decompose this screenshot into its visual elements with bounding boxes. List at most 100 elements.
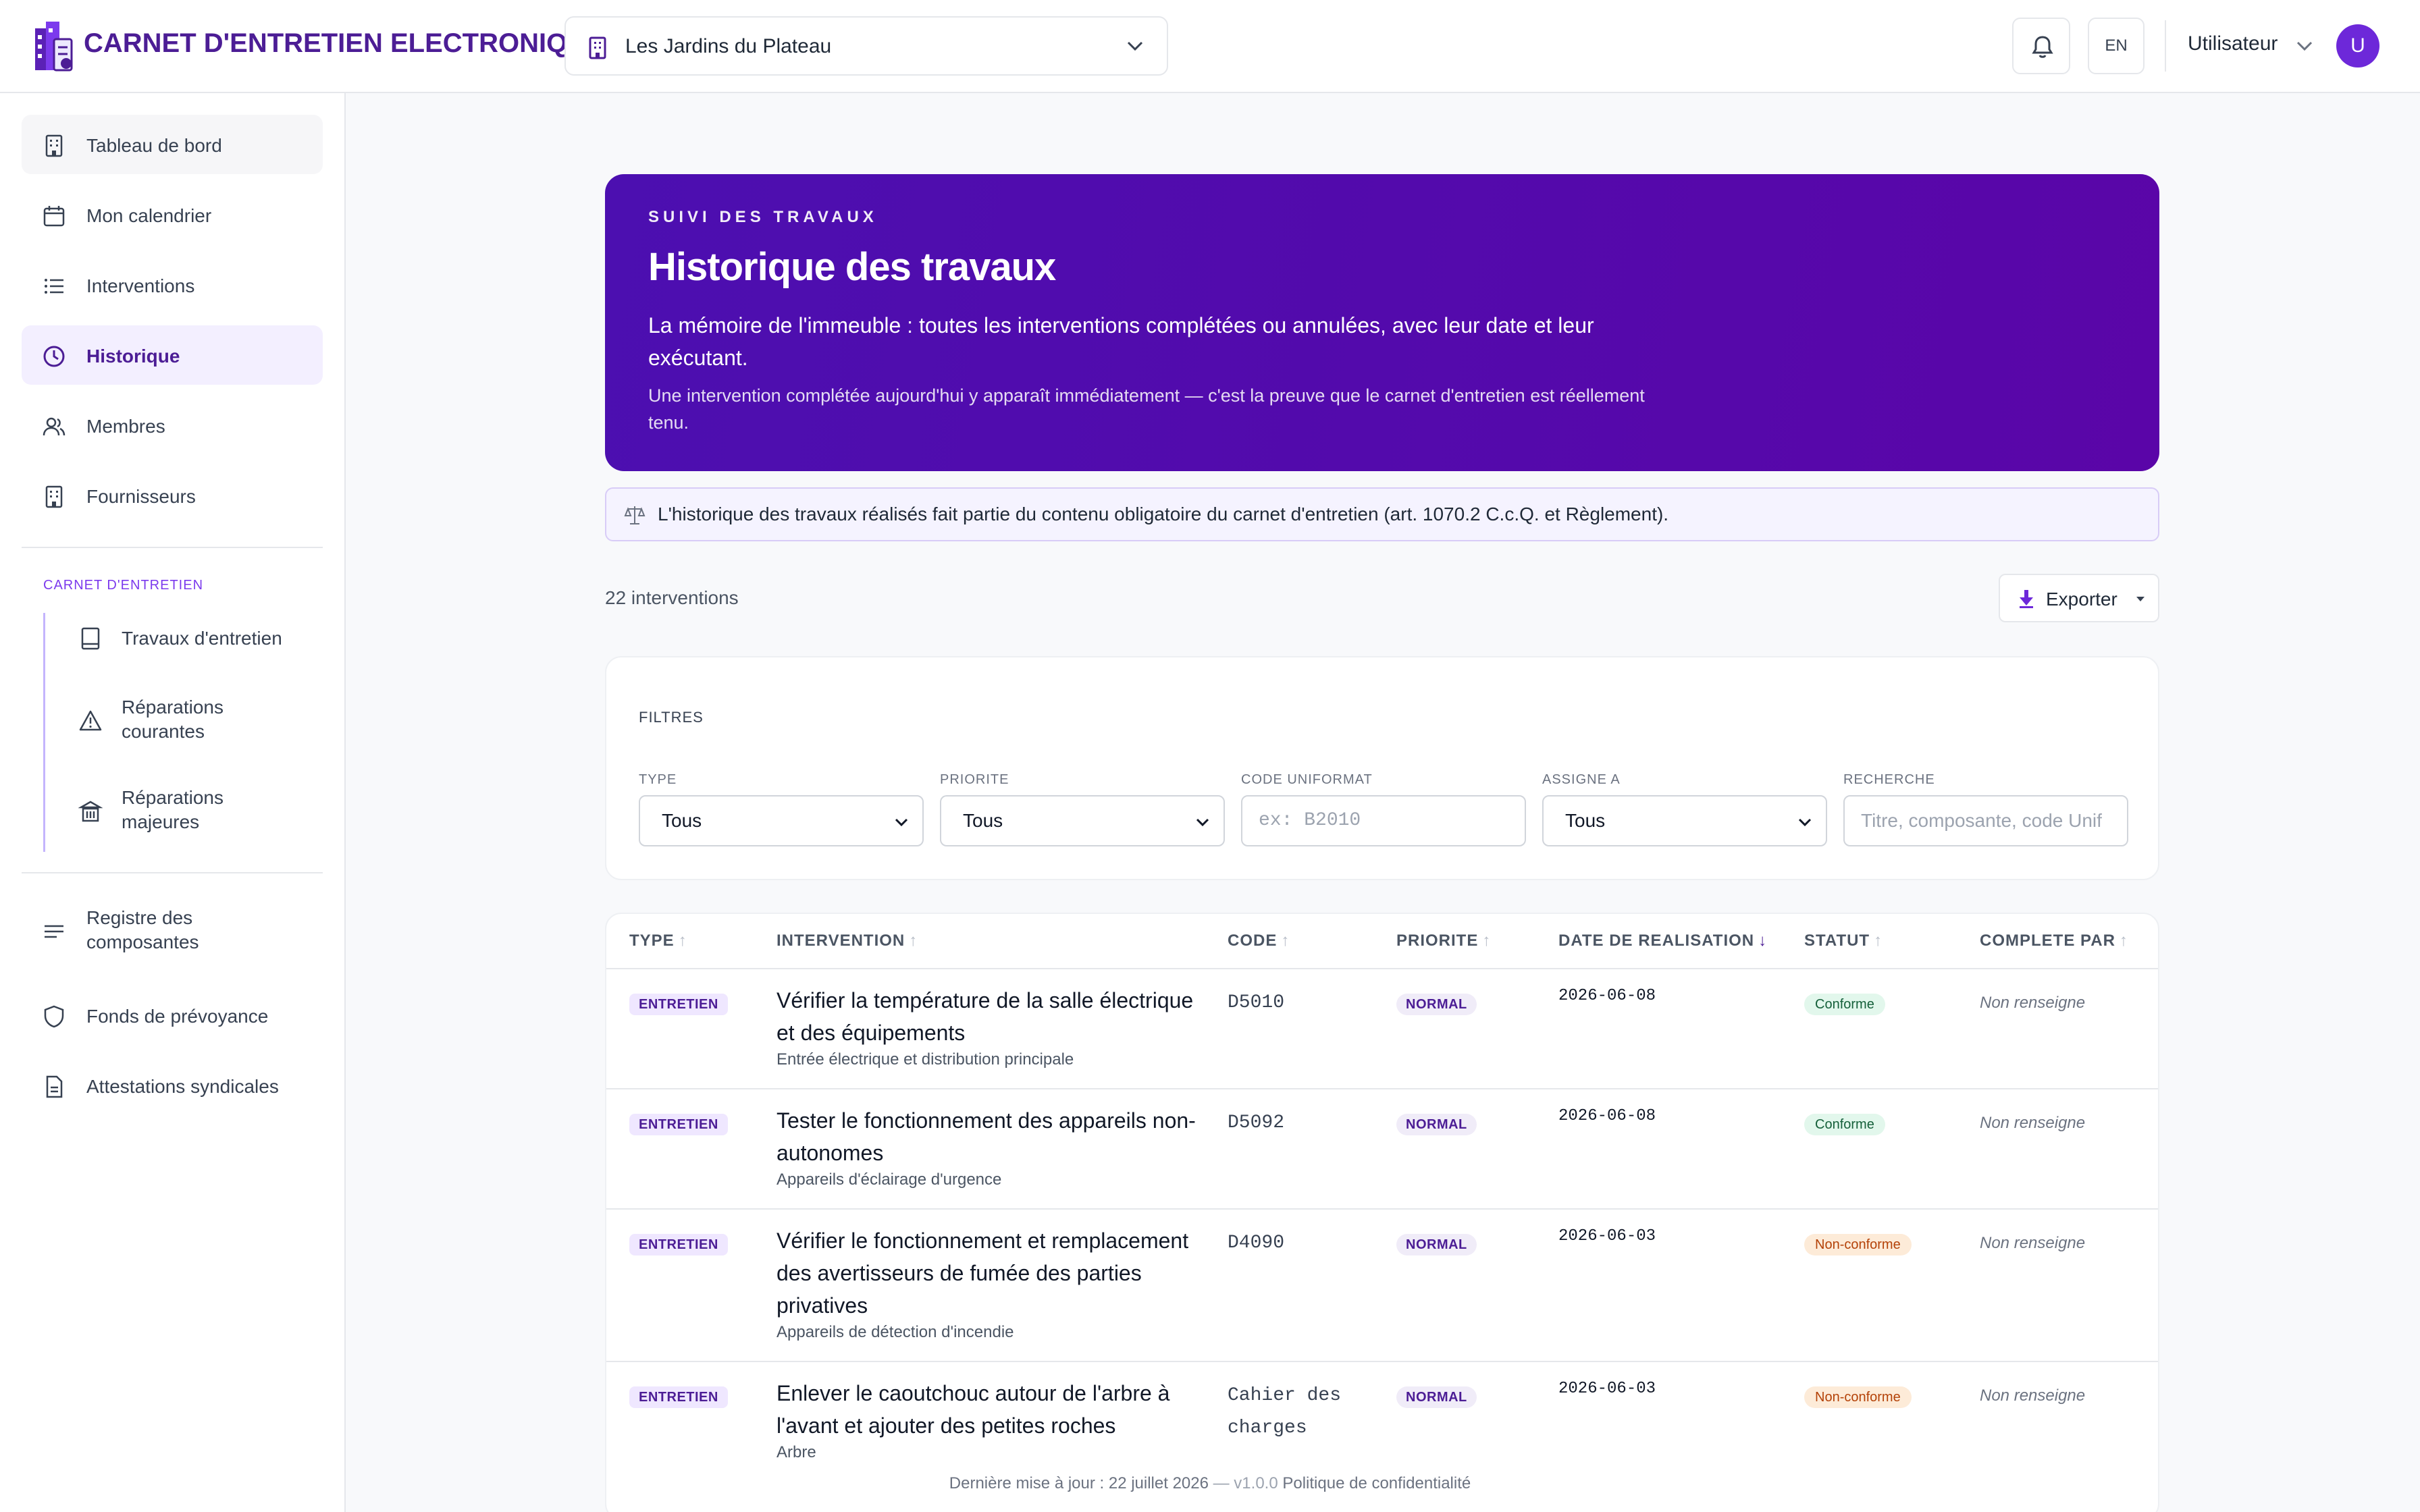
priority-badge: NORMAL (1396, 994, 1477, 1015)
filter-assigne-select[interactable]: Tous (1542, 795, 1827, 846)
sidebar-item-reparations-courantes[interactable]: Réparations courantes (65, 695, 321, 749)
status-badge: Non-conforme (1804, 1234, 1912, 1256)
legal-notice: L'historique des travaux réalisés fait p… (605, 487, 2159, 541)
user-chevron-down-icon[interactable] (2296, 39, 2313, 53)
filter-type-select[interactable]: Tous (639, 795, 924, 846)
status-badge: Conforme (1804, 1114, 1885, 1135)
sidebar-item-registre[interactable]: Registre des composantes (22, 900, 323, 960)
building-icon (589, 36, 606, 59)
filter-type-label: TYPE (639, 772, 677, 787)
privacy-link[interactable]: Politique de confidentialité (1282, 1474, 1471, 1492)
completion-date: 2026-06-08 (1558, 1107, 1656, 1125)
chevron-down-icon (1798, 818, 1812, 827)
sort-down-icon: ↓ (1758, 932, 1768, 950)
building-logo-icon[interactable] (31, 19, 76, 74)
chevron-down-icon (1196, 818, 1209, 827)
sidebar-item-calendrier[interactable]: Mon calendrier (22, 185, 323, 244)
status-badge: Conforme (1804, 994, 1885, 1015)
history-table: TYPE ↑ INTERVENTION ↑ CODE ↑ PRIORITE ↑ DATE… (605, 913, 2159, 1512)
app-title[interactable]: CARNET D'ENTRETIEN ELECTRONIQUE (84, 28, 605, 59)
sort-up-icon: ↑ (1281, 932, 1290, 950)
sidebar-group-line (43, 613, 45, 852)
filter-code-label: CODE UNIFORMAT (1241, 772, 1373, 787)
language-toggle[interactable]: EN (2088, 18, 2145, 74)
filter-priorite-select[interactable]: Tous (940, 795, 1225, 846)
intervention-title[interactable]: Vérifier le fonctionnement et remplaceme… (777, 1224, 1209, 1322)
filter-priorite-label: PRIORITE (940, 772, 1009, 787)
building-selector[interactable]: Les Jardins du Plateau (564, 16, 1168, 76)
intervention-title[interactable]: Enlever le caoutchouc autour de l'arbre … (777, 1377, 1209, 1442)
avatar[interactable]: U (2336, 24, 2379, 68)
sidebar-item-reparations-majeures[interactable]: Réparations majeures (65, 786, 321, 840)
column-header-complete-par[interactable]: COMPLETE PAR ↑ (1980, 932, 2128, 950)
sidebar-divider (22, 547, 323, 548)
export-button[interactable]: Exporter (1999, 574, 2159, 622)
type-badge: ENTRETIEN (629, 994, 728, 1015)
column-header-intervention[interactable]: INTERVENTION ↑ (777, 932, 918, 950)
filter-assigne-value: Tous (1565, 810, 1606, 831)
caret-down-icon (2136, 597, 2145, 601)
sort-up-icon: ↑ (909, 932, 918, 950)
sidebar-item-fonds[interactable]: Fonds de prévoyance (22, 986, 323, 1045)
column-header-code[interactable]: CODE ↑ (1228, 932, 1290, 950)
completion-date: 2026-06-03 (1558, 1227, 1656, 1245)
intervention-title[interactable]: Tester le fonctionnement des appareils n… (777, 1104, 1209, 1169)
table-row[interactable]: ENTRETIEN Vérifier le fonctionnement et … (606, 1210, 2158, 1361)
sidebar-item-label: Historique (86, 346, 180, 367)
sidebar-item-label: Réparations courantes (122, 697, 223, 742)
footer: Dernière mise à jour : 22 juillet 2026 —… (0, 1474, 2420, 1512)
bell-icon (2032, 36, 2053, 58)
sidebar: Tableau de bord Mon calendrier Intervent… (0, 93, 346, 1512)
sidebar-item-historique[interactable]: Historique (22, 325, 323, 385)
column-header-date[interactable]: DATE DE REALISATION ↓ (1558, 932, 1767, 950)
component-name: Entrée électrique et distribution princi… (777, 1050, 1074, 1069)
uniformat-code: D4090 (1228, 1233, 1285, 1253)
completed-by: Non renseigne (1980, 1386, 2086, 1405)
completion-date: 2026-06-08 (1558, 987, 1656, 1005)
sidebar-item-label: Travaux d'entretien (122, 628, 282, 649)
document-icon (46, 1075, 63, 1098)
table-row[interactable]: ENTRETIEN Tester le fonctionnement des a… (606, 1089, 2158, 1208)
clock-icon (43, 346, 65, 367)
uniformat-code: D5092 (1228, 1112, 1285, 1133)
hero-banner: SUIVI DES TRAVAUX Historique des travaux… (605, 174, 2159, 471)
sort-up-icon: ↑ (678, 932, 687, 950)
priority-badge: NORMAL (1396, 1234, 1477, 1256)
sidebar-item-membres[interactable]: Membres (22, 396, 323, 455)
top-bar: CARNET D'ENTRETIEN ELECTRONIQUE Les Jard… (0, 0, 2420, 93)
type-badge: ENTRETIEN (629, 1234, 728, 1256)
filter-assigne-label: ASSIGNE A (1542, 772, 1621, 787)
notifications-button[interactable] (2012, 18, 2070, 74)
warning-icon (79, 710, 102, 731)
completed-by: Non renseigne (1980, 1114, 2086, 1132)
column-header-statut[interactable]: STATUT ↑ (1804, 932, 1883, 950)
sidebar-item-fournisseurs[interactable]: Fournisseurs (22, 466, 323, 525)
sidebar-group-title: CARNET D'ENTRETIEN (43, 578, 204, 593)
sidebar-item-label: Tableau de bord (86, 135, 222, 156)
sidebar-item-attestations[interactable]: Attestations syndicales (22, 1056, 323, 1115)
filter-type-value: Tous (662, 810, 702, 831)
hero-subtext: Une intervention complétée aujourd'hui y… (648, 385, 1645, 433)
legal-notice-text: L'historique des travaux réalisés fait p… (658, 504, 1669, 524)
table-row[interactable]: ENTRETIEN Vérifier la température de la … (606, 969, 2158, 1088)
sidebar-item-interventions[interactable]: Interventions (22, 255, 323, 315)
completed-by: Non renseigne (1980, 1234, 2086, 1252)
column-header-type[interactable]: TYPE ↑ (629, 932, 687, 950)
bank-icon (78, 801, 103, 822)
component-name: Arbre (777, 1443, 816, 1461)
building-selected: Les Jardins du Plateau (625, 35, 832, 57)
intervention-title[interactable]: Vérifier la température de la salle élec… (777, 984, 1209, 1049)
footer-updated: Dernière mise à jour : 22 juillet 2026 (949, 1474, 1209, 1492)
sidebar-item-travaux-entretien[interactable]: Travaux d'entretien (65, 626, 321, 653)
book-icon (81, 627, 100, 650)
column-header-priorite[interactable]: PRIORITE ↑ (1396, 932, 1491, 950)
priority-badge: NORMAL (1396, 1114, 1477, 1135)
search-input[interactable]: Titre, composante, code Unif (1843, 795, 2128, 846)
building-icon (45, 485, 63, 508)
sidebar-item-tableau-de-bord[interactable]: Tableau de bord (22, 115, 323, 174)
completed-by: Non renseigne (1980, 994, 2086, 1012)
user-menu-label[interactable]: Utilisateur (2188, 32, 2278, 55)
list-icon (45, 279, 63, 294)
filter-code-input[interactable]: ex: B2010 (1241, 795, 1526, 846)
scale-icon (624, 506, 646, 524)
